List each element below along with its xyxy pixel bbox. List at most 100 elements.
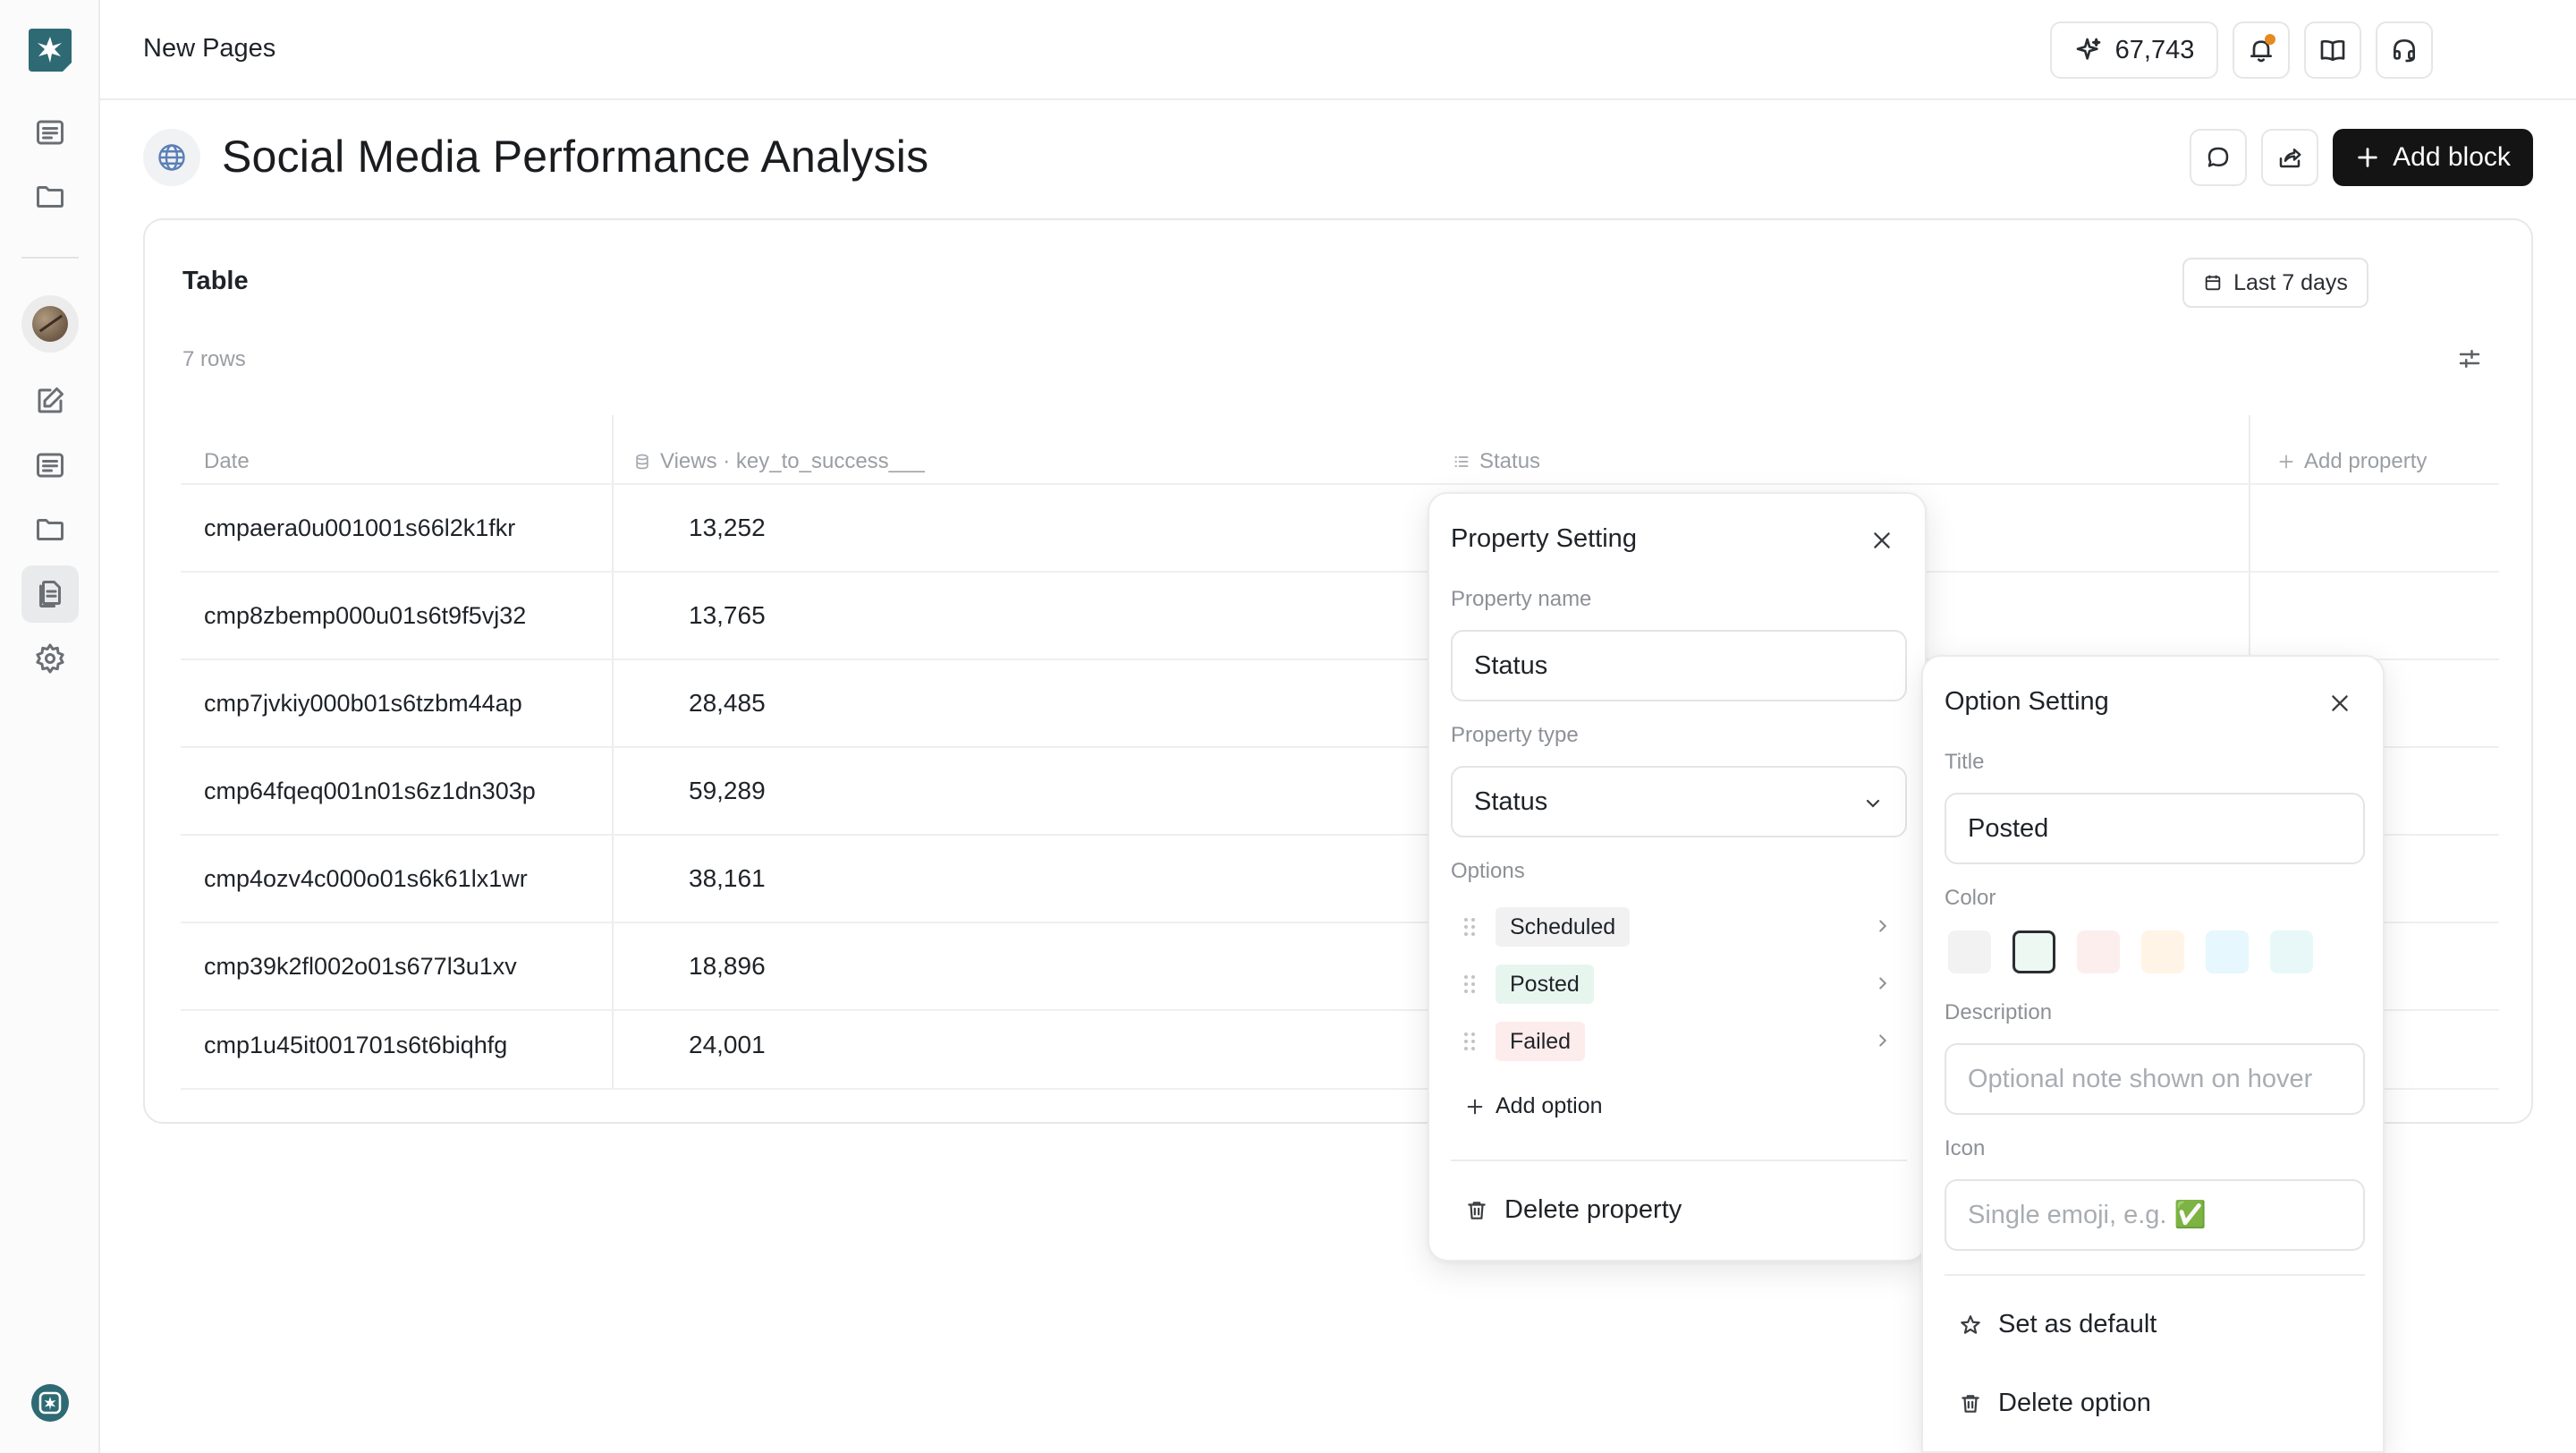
cell-date[interactable]: cmpaera0u001001s66l2k1fkr xyxy=(204,485,515,571)
trash-icon xyxy=(1468,1201,1486,1219)
cell-views[interactable]: 13,252 xyxy=(689,485,766,571)
color-swatch-green-selected[interactable] xyxy=(2012,930,2055,973)
drag-handle-icon[interactable] xyxy=(1462,973,1478,996)
calendar-icon xyxy=(2205,275,2221,291)
sidebar xyxy=(0,0,100,1453)
property-name-input[interactable]: Status xyxy=(1451,630,1907,701)
option-item-failed[interactable]: Failed xyxy=(1454,1016,1903,1066)
database-icon xyxy=(636,454,648,470)
list-bullets-icon xyxy=(1454,456,1469,467)
cell-views[interactable]: 18,896 xyxy=(689,923,766,1009)
add-block-button[interactable]: Add block xyxy=(2333,129,2533,186)
property-type-value: Status xyxy=(1474,786,1548,816)
option-pill: Posted xyxy=(1496,964,1594,1004)
sidebar-item-documents[interactable] xyxy=(21,565,79,623)
option-item-scheduled[interactable]: Scheduled xyxy=(1454,902,1903,952)
option-item-posted[interactable]: Posted xyxy=(1454,959,1903,1009)
sidebar-item-files[interactable] xyxy=(21,501,79,558)
drag-handle-icon[interactable] xyxy=(1462,1030,1478,1053)
headset-icon xyxy=(2394,39,2415,63)
sidebar-item-list[interactable] xyxy=(21,437,79,494)
table-row[interactable]: cmpaera0u001001s66l2k1fkr 13,252 xyxy=(181,485,2499,571)
cell-views[interactable]: 59,289 xyxy=(689,748,766,834)
property-type-select[interactable]: Status xyxy=(1451,766,1907,837)
cell-views[interactable]: 38,161 xyxy=(689,836,766,922)
sidebar-item-folders[interactable] xyxy=(21,168,79,225)
cell-views[interactable]: 24,001 xyxy=(689,1002,766,1088)
share-icon xyxy=(2279,149,2301,168)
notification-dot xyxy=(2265,34,2275,45)
cell-date[interactable]: cmp1u45it001701s6t6biqhfg xyxy=(204,1002,507,1088)
plus-icon xyxy=(1467,1099,1483,1114)
close-icon[interactable] xyxy=(1866,524,1898,557)
help-badge-icon[interactable] xyxy=(30,1383,70,1423)
property-type-label: Property type xyxy=(1451,723,1579,747)
page-globe-icon[interactable] xyxy=(143,129,200,186)
notifications-button[interactable] xyxy=(2233,21,2290,79)
credits-button[interactable]: 67,743 xyxy=(2050,21,2218,79)
delete-option-label: Delete option xyxy=(1998,1389,2151,1417)
cell-date[interactable]: cmp4ozv4c000o01s6k61lx1wr xyxy=(204,836,528,922)
page-title[interactable]: Social Media Performance Analysis xyxy=(222,131,928,183)
chevron-down-icon xyxy=(1866,799,1880,808)
docs-button[interactable] xyxy=(2304,21,2361,79)
set-default-button[interactable]: Set as default xyxy=(1959,1310,2157,1339)
table-settings-icon[interactable] xyxy=(2456,345,2483,372)
trash-icon xyxy=(1962,1394,1979,1413)
list-icon xyxy=(37,453,64,478)
option-setting-title: Option Setting xyxy=(1945,687,2109,716)
table-title[interactable]: Table xyxy=(182,267,249,296)
property-setting-title: Property Setting xyxy=(1451,524,1637,553)
sidebar-item-edit[interactable] xyxy=(21,372,79,429)
description-label: Description xyxy=(1945,1000,2053,1024)
sidebar-item-settings[interactable] xyxy=(21,630,79,687)
chevron-right-icon xyxy=(1873,1031,1893,1050)
credits-count: 67,743 xyxy=(2114,35,2195,64)
add-option-label: Add option xyxy=(1496,1093,1603,1118)
add-option-button[interactable]: Add option xyxy=(1465,1093,1603,1119)
option-title-label: Title xyxy=(1945,750,1985,774)
drag-handle-icon[interactable] xyxy=(1462,915,1478,939)
cell-views[interactable]: 13,765 xyxy=(689,573,766,659)
cell-date[interactable]: cmp64fqeq001n01s6z1dn303p xyxy=(204,748,536,834)
breadcrumb[interactable]: New Pages xyxy=(143,34,275,64)
color-swatch-gray[interactable] xyxy=(1948,930,1991,973)
plus-icon xyxy=(2358,148,2377,167)
chevron-right-icon xyxy=(1873,973,1893,993)
popover-divider xyxy=(1451,1160,1907,1161)
color-swatch-red[interactable] xyxy=(2077,930,2120,973)
option-pill: Scheduled xyxy=(1496,907,1631,947)
icon-input[interactable]: Single emoji, e.g. ✅ xyxy=(1945,1179,2365,1251)
color-swatch-blue[interactable] xyxy=(2206,930,2249,973)
share-button[interactable] xyxy=(2261,129,2318,186)
gear-icon xyxy=(36,643,64,674)
property-setting-popover: Property Setting Property name Status Pr… xyxy=(1428,492,1927,1262)
comment-button[interactable] xyxy=(2190,129,2247,186)
delete-option-button[interactable]: Delete option xyxy=(1959,1389,2151,1418)
edit-icon xyxy=(38,387,64,413)
cell-date[interactable]: cmp39k2fl002o01s677l3u1xv xyxy=(204,923,517,1009)
date-range-button[interactable]: Last 7 days xyxy=(2182,258,2368,308)
app-logo[interactable] xyxy=(27,27,73,73)
options-label: Options xyxy=(1451,859,1525,883)
color-swatch-orange[interactable] xyxy=(2141,930,2184,973)
option-setting-popover: Option Setting Title Posted Color Descri… xyxy=(1921,655,2385,1453)
plus-icon xyxy=(2279,455,2293,469)
description-input[interactable]: Optional note shown on hover xyxy=(1945,1043,2365,1115)
delete-property-button[interactable]: Delete property xyxy=(1465,1195,1682,1225)
close-icon[interactable] xyxy=(2324,687,2356,719)
delete-property-label: Delete property xyxy=(1504,1195,1682,1224)
cell-views[interactable]: 28,485 xyxy=(689,660,766,746)
option-title-input[interactable]: Posted xyxy=(1945,793,2365,864)
table-row[interactable]: cmp8zbemp000u01s6t9f5vj32 13,765 xyxy=(181,573,2499,659)
cell-date[interactable]: cmp7jvkiy000b01s6tzbm44ap xyxy=(204,660,522,746)
avatar[interactable] xyxy=(21,295,79,353)
cell-date[interactable]: cmp8zbemp000u01s6t9f5vj32 xyxy=(204,573,526,659)
star-icon xyxy=(1961,1314,1980,1334)
support-button[interactable] xyxy=(2376,21,2433,79)
comment-icon xyxy=(2207,147,2229,167)
sidebar-item-pages[interactable] xyxy=(21,104,79,161)
sidebar-divider xyxy=(21,257,79,259)
color-swatch-teal[interactable] xyxy=(2270,930,2313,973)
documents-icon xyxy=(39,581,61,608)
